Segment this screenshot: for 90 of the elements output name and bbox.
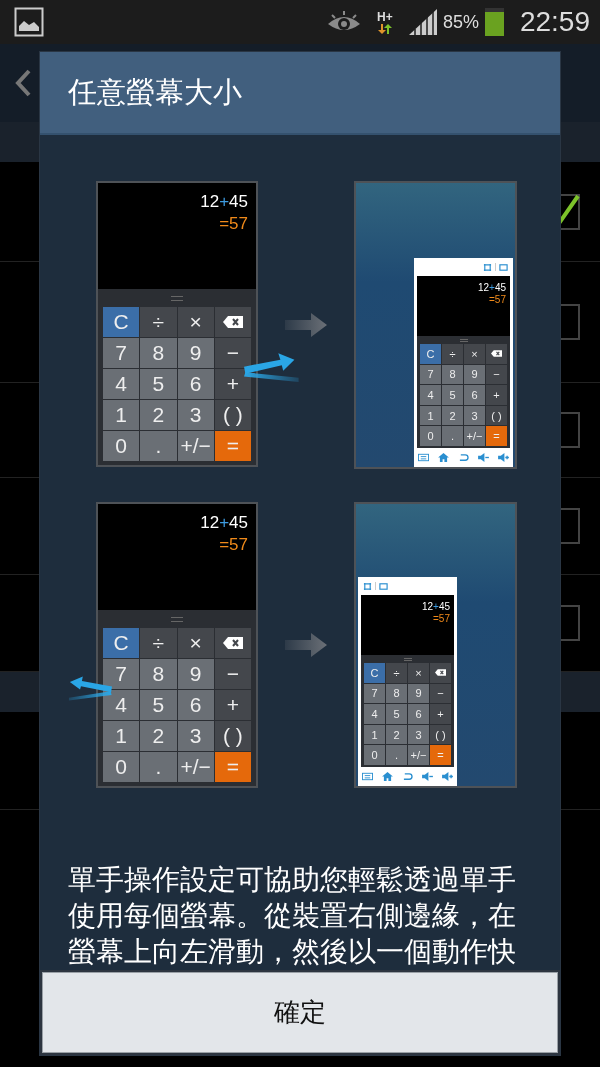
calculator-key: +/− [177, 752, 214, 782]
calculator-key: 9 [177, 659, 214, 689]
calculator-key: C [103, 628, 140, 658]
expression-text: 12+45 [200, 512, 248, 534]
result-text: =57 [219, 213, 248, 235]
calculator-key: = [430, 745, 451, 765]
calculator-key: + [486, 385, 507, 405]
result-text: =57 [433, 613, 450, 625]
expression-text: 12+45 [200, 191, 248, 213]
calculator-key: 3 [464, 405, 485, 426]
clock-time: 22:59 [519, 6, 590, 38]
result-text: =57 [489, 294, 506, 306]
calculator-key: ÷ [442, 344, 463, 364]
calculator-key: 1 [103, 400, 140, 430]
calculator-key: +/− [177, 431, 214, 461]
calculator-key: 6 [177, 690, 214, 720]
calculator-key: = [214, 752, 251, 782]
calculator-key: − [214, 659, 251, 689]
calculator-key: × [177, 307, 214, 337]
calculator-key: − [430, 683, 451, 704]
expression-text: 12+45 [477, 282, 506, 294]
calculator-key: 1 [364, 724, 385, 745]
result-text: =57 [219, 534, 248, 556]
network-type: H+ [377, 10, 393, 24]
calculator-key: 2 [140, 400, 177, 430]
calculator-key: ÷ [140, 307, 177, 337]
calculator-key: C [420, 344, 441, 364]
expression-text: 12+45 [421, 601, 450, 613]
calculator-key: × [464, 344, 485, 364]
calculator-key: = [486, 426, 507, 446]
calculator-key: 0 [103, 431, 140, 461]
calculator-key: C [103, 307, 140, 337]
calculator-key: 9 [177, 338, 214, 368]
calculator-key: 1 [103, 721, 140, 751]
calculator-key: 7 [103, 659, 140, 689]
calculator-key: − [214, 338, 251, 368]
calculator-key: ( ) [430, 724, 451, 745]
confirm-button[interactable]: 確定 [42, 972, 558, 1053]
calculator-key: 5 [140, 369, 177, 399]
calculator-key: 0 [364, 745, 385, 765]
calculator-key: 5 [442, 385, 463, 405]
calculator-key: 3 [177, 400, 214, 430]
calculator-key: 5 [386, 704, 407, 724]
calculator-key: 4 [364, 704, 385, 724]
calculator-key: +/− [464, 426, 485, 446]
calculator-key: 0 [420, 426, 441, 446]
calculator-key: 7 [364, 683, 385, 704]
calculator-key: = [214, 431, 251, 461]
calculator-key: ( ) [486, 405, 507, 426]
calculator-key: 7 [420, 364, 441, 385]
calculator-key: 9 [464, 364, 485, 385]
calculator-key: 2 [386, 724, 407, 745]
calculator-key: . [386, 745, 407, 765]
calculator-key: 5 [140, 690, 177, 720]
calculator-key: ÷ [140, 628, 177, 658]
calculator-key: 0 [103, 752, 140, 782]
calculator-key: + [214, 369, 251, 399]
calculator-key: ( ) [214, 400, 251, 430]
calculator-key: 4 [420, 385, 441, 405]
calculator-key: 7 [103, 338, 140, 368]
calculator-key: 6 [177, 369, 214, 399]
calculator-key: . [140, 431, 177, 461]
calculator-key: . [442, 426, 463, 446]
calculator-key: ÷ [386, 663, 407, 683]
calculator-key: 6 [408, 704, 429, 724]
calculator-key: 2 [140, 721, 177, 751]
calculator-key: 3 [408, 724, 429, 745]
calculator-key: 8 [386, 683, 407, 704]
calculator-key: × [177, 628, 214, 658]
calculator-key: . [140, 752, 177, 782]
calculator-key: − [486, 364, 507, 385]
calculator-key: C [364, 663, 385, 683]
calculator-key: 8 [140, 659, 177, 689]
dialog-title: 任意螢幕大小 [40, 52, 560, 135]
calculator-key: + [430, 704, 451, 724]
calculator-key: +/− [408, 745, 429, 765]
calculator-key: 9 [408, 683, 429, 704]
calculator-key: 8 [442, 364, 463, 385]
calculator-key: 2 [442, 405, 463, 426]
calculator-key: 1 [420, 405, 441, 426]
calculator-key: 3 [177, 721, 214, 751]
calculator-key: × [408, 663, 429, 683]
description-text: 單手操作設定可協助您輕鬆透過單手使用每個螢幕。從裝置右側邊緣，在螢幕上向左滑動，然後以一個動作快 [67, 863, 517, 969]
calculator-key: ( ) [214, 721, 251, 751]
battery-percent: 85% [442, 11, 479, 33]
calculator-key: 6 [464, 385, 485, 405]
calculator-key: 4 [103, 690, 140, 720]
calculator-key: 8 [140, 338, 177, 368]
calculator-key: 4 [103, 369, 140, 399]
calculator-key: + [214, 690, 251, 720]
